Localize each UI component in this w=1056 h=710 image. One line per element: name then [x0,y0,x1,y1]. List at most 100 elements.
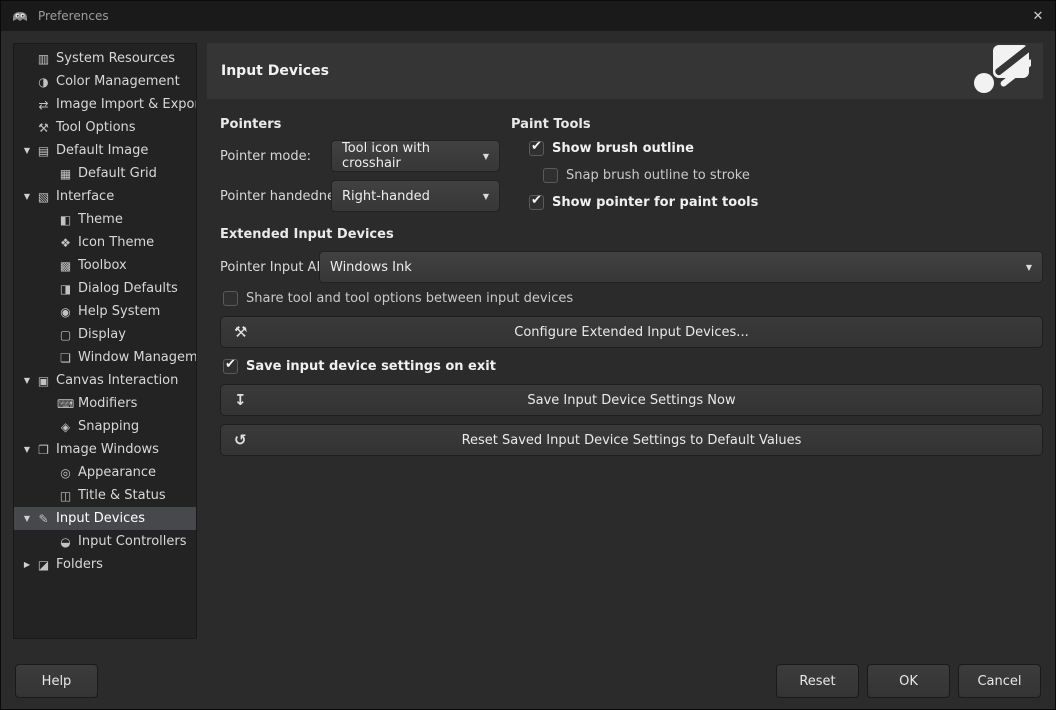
interface-icon: ▧ [35,190,52,204]
sidebar-item-color-management[interactable]: ◑Color Management [14,70,196,93]
title-status-icon: ◫ [57,489,74,503]
expander-icon[interactable]: ▼ [19,146,35,155]
checkbox-icon[interactable] [223,359,238,374]
sidebar-item-label: Help System [78,304,160,319]
input-devices-page-icon [973,44,1031,98]
sidebar-item-label: Snapping [78,419,139,434]
theme-icon: ◧ [57,213,74,227]
sidebar-item-label: Input Devices [56,511,145,526]
save-icon: ↧ [234,391,247,409]
button-label: Reset Saved Input Device Settings to Def… [462,433,802,448]
pointer-handedness-value: Right-handed [342,189,430,204]
window-management-icon: ❏ [57,351,74,365]
checkbox-label: Snap brush outline to stroke [566,168,750,183]
chevron-down-icon: ▼ [473,192,489,201]
display-icon: ▢ [57,328,74,342]
reset-saved-settings-button[interactable]: ↺ Reset Saved Input Device Settings to D… [220,424,1043,456]
sidebar-item-label: Theme [78,212,123,227]
sidebar-item-tool-options[interactable]: ⚒ Tool Options [14,116,196,139]
sidebar-item-default-image[interactable]: ▼▤Default Image [14,139,196,162]
sidebar-item-dialog-defaults[interactable]: ◨ Dialog Defaults [14,277,196,300]
sidebar-item-toolbox[interactable]: ▩Toolbox [14,254,196,277]
tool-options-icon: ⚒ [35,121,52,135]
sidebar-item-folders[interactable]: ▶◪Folders [14,553,196,576]
page-title: Input Devices [221,63,329,79]
sidebar-item-label: Tool Options [56,120,136,135]
expander-icon[interactable]: ▶ [19,560,35,569]
sidebar-item-title-status[interactable]: ◫Title & Status [14,484,196,507]
show-brush-outline-checkbox[interactable]: Show brush outline [529,141,694,156]
sidebar-item-theme[interactable]: ◧ Theme [14,208,196,231]
checkbox-label: Show brush outline [552,141,694,156]
snap-brush-outline-checkbox[interactable]: Snap brush outline to stroke [543,168,750,183]
show-pointer-paint-tools-checkbox[interactable]: Show pointer for paint tools [529,195,758,210]
dialog-defaults-icon: ◨ [57,282,74,296]
sidebar-item-label: Icon Theme [78,235,154,250]
checkbox-icon[interactable] [543,168,558,183]
help-button[interactable]: Help [15,664,98,698]
reset-button[interactable]: Reset [776,664,859,698]
pointers-section-title: Pointers [220,117,281,132]
sidebar-item-default-grid[interactable]: ▦ Default Grid [14,162,196,185]
sidebar-item-label: Display [78,327,126,342]
save-settings-on-exit-checkbox[interactable]: Save input device settings on exit [223,359,496,374]
save-input-device-settings-button[interactable]: ↧ Save Input Device Settings Now [220,384,1043,416]
expander-icon[interactable]: ▼ [19,376,35,385]
sidebar-item-interface[interactable]: ▼▧ Interface [14,185,196,208]
configure-extended-devices-button[interactable]: ⚒ Configure Extended Input Devices... [220,316,1043,348]
sidebar-item-input-controllers[interactable]: ◒Input Controllers [14,530,196,553]
sidebar-item-label: Image Import & Export [56,97,197,112]
ok-button[interactable]: OK [867,664,950,698]
image-windows-icon: ❐ [35,443,52,457]
button-label: OK [899,674,918,689]
sidebar-item-help-system[interactable]: ◉Help System [14,300,196,323]
checkbox-icon[interactable] [529,141,544,156]
checkbox-icon[interactable] [529,195,544,210]
canvas-interaction-icon: ▣ [35,374,52,388]
button-label: Save Input Device Settings Now [527,393,735,408]
sidebar-item-modifiers[interactable]: ⌨Modifiers [14,392,196,415]
pointer-input-api-label: Pointer Input API: [220,260,333,275]
pointer-input-api-dropdown[interactable]: Windows Ink ▼ [319,251,1043,283]
checkbox-label: Share tool and tool options between inpu… [246,291,573,306]
sidebar-item-icon-theme[interactable]: ❖ Icon Theme [14,231,196,254]
sidebar-item-window-management[interactable]: ❏Window Management [14,346,196,369]
sidebar-item-label: Color Management [56,74,180,89]
modifiers-icon: ⌨ [57,397,74,411]
dialog-footer: Help Reset OK Cancel [1,661,1055,701]
cancel-button[interactable]: Cancel [958,664,1041,698]
sidebar-item-system-resources[interactable]: ▥System Resources [14,47,196,70]
sidebar-item-label: Interface [56,189,114,204]
sidebar-item-image-windows[interactable]: ▼❐Image Windows [14,438,196,461]
page-header: Input Devices [207,43,1043,99]
default-grid-icon: ▦ [57,167,74,181]
icon-theme-icon: ❖ [57,236,74,250]
input-controllers-icon: ◒ [57,535,74,549]
button-label: Help [42,674,72,689]
sidebar-item-label: Appearance [78,465,156,480]
pointer-mode-label: Pointer mode: [220,149,311,164]
pointer-mode-dropdown[interactable]: Tool icon with crosshair ▼ [331,140,500,172]
sidebar-item-snapping[interactable]: ◈Snapping [14,415,196,438]
sidebar-item-canvas-interaction[interactable]: ▼▣ Canvas Interaction [14,369,196,392]
sidebar-item-label: Canvas Interaction [56,373,178,388]
sidebar-item-label: Folders [56,557,103,572]
sidebar-item-appearance[interactable]: ◎Appearance [14,461,196,484]
checkbox-label: Save input device settings on exit [246,359,496,374]
sidebar-item-image-import-export[interactable]: ⇄ Image Import & Export [14,93,196,116]
sidebar-item-label: Dialog Defaults [78,281,178,296]
sidebar-item-input-devices[interactable]: ▼✎Input Devices [14,507,196,530]
sidebar-item-label: Default Grid [78,166,157,181]
checkbox-icon[interactable] [223,291,238,306]
expander-icon[interactable]: ▼ [19,192,35,201]
expander-icon[interactable]: ▼ [19,445,35,454]
pointer-mode-value: Tool icon with crosshair [342,141,473,171]
default-image-icon: ▤ [35,144,52,158]
close-icon[interactable]: ✕ [1021,1,1055,31]
pointer-handedness-dropdown[interactable]: Right-handed ▼ [331,180,500,212]
share-tool-options-checkbox[interactable]: Share tool and tool options between inpu… [223,291,573,306]
expander-icon[interactable]: ▼ [19,514,35,523]
image-import-export-icon: ⇄ [35,98,52,112]
toolbox-icon: ▩ [57,259,74,273]
sidebar-item-display[interactable]: ▢ Display [14,323,196,346]
